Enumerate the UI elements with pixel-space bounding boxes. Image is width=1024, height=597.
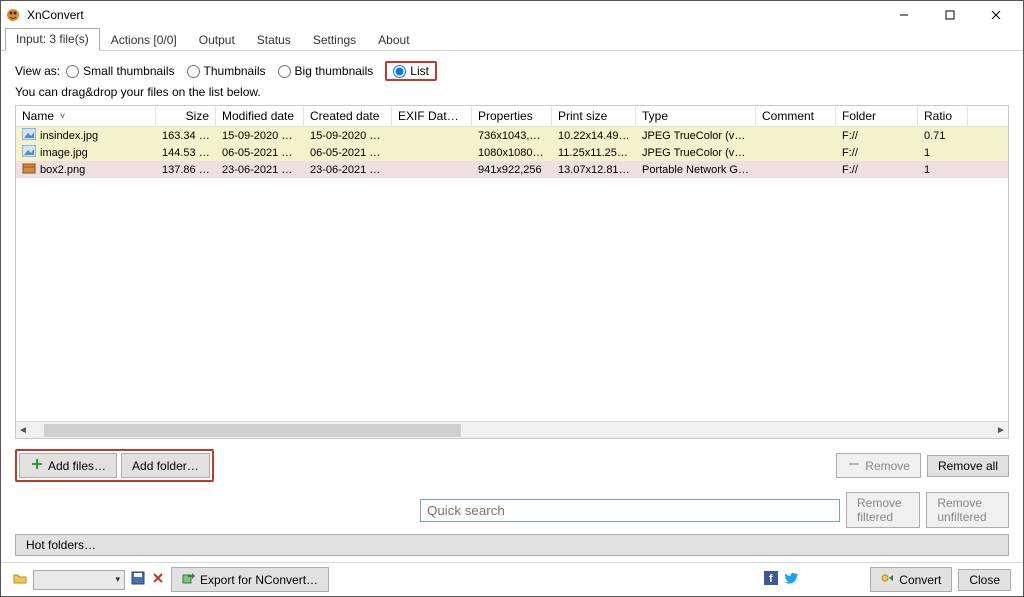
close-app-button[interactable]: Close (958, 569, 1011, 591)
quick-search-input[interactable] (420, 499, 840, 522)
view-as-label: View as: (15, 64, 60, 78)
col-created[interactable]: Created date (304, 106, 392, 126)
radio-big-thumbnails[interactable]: Big thumbnails (278, 64, 374, 78)
app-icon (5, 7, 21, 23)
table-body[interactable]: insindex.jpg 163.34 KiB 15-09-2020 17:4…… (16, 127, 1008, 421)
highlight-list-radio: List (385, 61, 437, 81)
tab-settings[interactable]: Settings (302, 29, 367, 51)
twitter-icon[interactable] (784, 571, 798, 588)
tab-status[interactable]: Status (246, 29, 302, 51)
image-icon (22, 128, 36, 143)
col-comment[interactable]: Comment (756, 106, 836, 126)
window-title: XnConvert (27, 8, 84, 22)
remove-filtered-button[interactable]: Remove filtered (846, 492, 920, 528)
export-nconvert-button[interactable]: Export for NConvert… (171, 567, 329, 592)
radio-thumbnails[interactable]: Thumbnails (187, 64, 266, 78)
convert-button[interactable]: Convert (870, 567, 952, 592)
footer-bar: Export for NConvert… f Convert Close (1, 562, 1023, 596)
save-icon[interactable] (131, 571, 145, 588)
tab-actions[interactable]: Actions [0/0] (100, 29, 188, 51)
col-properties[interactable]: Properties (472, 106, 552, 126)
search-row: Remove filtered Remove unfiltered (15, 492, 1009, 528)
tab-about[interactable]: About (367, 29, 420, 51)
convert-icon (881, 571, 895, 588)
radio-list[interactable]: List (393, 64, 429, 78)
button-row: Add files… Add folder… Remove Remove all (15, 449, 1009, 482)
col-type[interactable]: Type (636, 106, 756, 126)
radio-small-thumbnails[interactable]: Small thumbnails (66, 64, 174, 78)
remove-all-button[interactable]: Remove all (927, 455, 1009, 477)
tab-bar: Input: 3 file(s) Actions [0/0] Output St… (1, 29, 1023, 51)
window-controls (881, 1, 1019, 29)
content-area: View as: Small thumbnails Thumbnails Big… (1, 51, 1023, 562)
col-print[interactable]: Print size (552, 106, 636, 126)
table-header: Name˅ Size Modified date Created date EX… (16, 106, 1008, 127)
add-folder-button[interactable]: Add folder… (121, 453, 210, 478)
col-size[interactable]: Size (156, 106, 216, 126)
scroll-right-arrow[interactable]: ► (994, 423, 1008, 437)
box-icon (22, 162, 36, 177)
minimize-button[interactable] (881, 1, 927, 29)
hot-folders-button[interactable]: Hot folders… (15, 534, 1009, 556)
horizontal-scrollbar[interactable]: ◄ ► (16, 421, 1008, 438)
col-modified[interactable]: Modified date (216, 106, 304, 126)
preset-combo[interactable] (33, 570, 125, 590)
remove-unfiltered-button[interactable]: Remove unfiltered (926, 492, 1009, 528)
tab-input[interactable]: Input: 3 file(s) (5, 28, 100, 51)
drag-drop-hint: You can drag&drop your files on the list… (15, 85, 1009, 99)
tab-output[interactable]: Output (188, 29, 246, 51)
delete-icon[interactable] (151, 571, 165, 588)
svg-text:f: f (769, 573, 773, 585)
open-folder-icon[interactable] (13, 571, 27, 588)
remove-button[interactable]: Remove (836, 453, 921, 478)
highlight-add-buttons: Add files… Add folder… (15, 449, 214, 482)
app-window: XnConvert Input: 3 file(s) Actions [0/0]… (0, 0, 1024, 597)
close-button[interactable] (973, 1, 1019, 29)
file-table: Name˅ Size Modified date Created date EX… (15, 105, 1009, 439)
scroll-thumb[interactable] (44, 424, 461, 437)
col-folder[interactable]: Folder (836, 106, 918, 126)
add-files-button[interactable]: Add files… (19, 453, 117, 478)
export-icon (182, 571, 196, 588)
titlebar: XnConvert (1, 1, 1023, 29)
table-row[interactable]: image.jpg 144.53 KiB 06-05-2021 16:1… 06… (16, 144, 1008, 161)
col-name[interactable]: Name˅ (16, 106, 156, 126)
col-exif[interactable]: EXIF Date Taken (392, 106, 472, 126)
table-row[interactable]: box2.png 137.86 KiB 23-06-2021 02:4… 23-… (16, 161, 1008, 178)
scroll-left-arrow[interactable]: ◄ (16, 423, 30, 437)
view-as-row: View as: Small thumbnails Thumbnails Big… (15, 61, 1009, 81)
table-row[interactable]: insindex.jpg 163.34 KiB 15-09-2020 17:4…… (16, 127, 1008, 144)
col-ratio[interactable]: Ratio (918, 106, 968, 126)
plus-icon (30, 457, 44, 474)
image-icon (22, 145, 36, 160)
facebook-icon[interactable]: f (764, 571, 778, 588)
maximize-button[interactable] (927, 1, 973, 29)
minus-icon (847, 457, 861, 474)
